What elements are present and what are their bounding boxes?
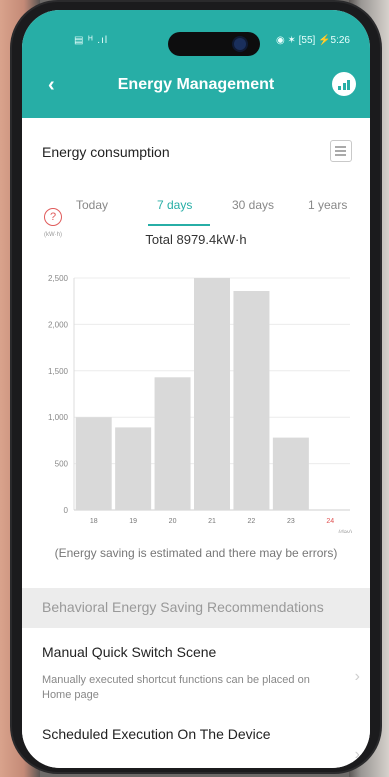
app-header: ▤ ᴴ .ıl ◉ ✶ [55] ⚡5:26 ‹ Energy Manageme… (22, 10, 370, 118)
chart-bar (194, 278, 230, 510)
recommendation-title: Manual Quick Switch Scene (42, 644, 217, 660)
status-right: ◉ ✶ [55] ⚡5:26 (275, 35, 350, 46)
recommendation-item[interactable]: Scheduled Execution On The Device › (22, 710, 370, 768)
tab-today[interactable]: Today (76, 198, 108, 212)
consumption-chart: 0 500 1,000 1,500 2,000 2,500 18 19 20 21 22 23 24 (d… (48, 274, 352, 533)
phone-screen: ▤ ᴴ .ıl ◉ ✶ [55] ⚡5:26 ‹ Energy Manageme… (22, 10, 370, 768)
camera-notch (168, 32, 260, 56)
chevron-right-icon: › (354, 746, 360, 763)
active-tab-indicator (148, 224, 210, 226)
y-tick-label: 2,500 (48, 274, 69, 283)
y-tick-label: 1,500 (48, 367, 69, 376)
chart-bar (115, 427, 152, 510)
total-consumption: Total 8979.4kW·h (145, 232, 247, 247)
recommendation-desc: Manually executed shortcut functions can… (42, 674, 310, 701)
chevron-right-icon: › (354, 668, 360, 685)
x-tick-label: 18 (90, 518, 98, 525)
top-bar: ‹ Energy Management (22, 68, 370, 104)
period-tabs: Today 7 days 30 days 1 years (22, 198, 370, 226)
front-camera (234, 38, 246, 50)
page-title: Energy Management (117, 76, 275, 93)
list-icon[interactable] (330, 140, 352, 162)
estimate-note: (Energy saving is estimated and there ma… (54, 546, 338, 560)
card-title: Energy consumption (42, 144, 170, 160)
tab-7-days[interactable]: 7 days (157, 198, 192, 212)
energy-card: Energy consumption Today 7 days 30 days … (22, 118, 370, 588)
y-tick-label: 500 (55, 460, 69, 469)
tab-30-days[interactable]: 30 days (232, 198, 274, 212)
phone-frame: ▤ ᴴ .ıl ◉ ✶ [55] ⚡5:26 ‹ Energy Manageme… (12, 2, 380, 772)
x-axis-label: (day) (338, 530, 352, 533)
x-tick-label: 19 (129, 518, 137, 525)
recommendation-item[interactable]: Manual Quick Switch Scene Manually execu… (22, 628, 370, 711)
y-tick-label: 0 (64, 506, 69, 515)
x-tick-label: 23 (287, 518, 295, 525)
y-tick-label: 1,000 (48, 413, 69, 422)
x-tick-label: 24 (326, 518, 334, 525)
chart-bar (233, 290, 270, 510)
chart-bar (154, 377, 191, 510)
tab-1-years[interactable]: 1 years (308, 198, 347, 212)
signal-bars-icon[interactable] (332, 72, 356, 96)
recommendations-title: Behavioral Energy Saving Recommendations (42, 599, 324, 615)
y-tick-label: 2,000 (48, 320, 69, 329)
x-tick-label: 22 (248, 518, 256, 525)
chart-bar (75, 417, 112, 510)
x-tick-label: 20 (169, 518, 177, 525)
question-icon[interactable]: ? (44, 208, 62, 226)
chart-bar (272, 437, 309, 510)
x-tick-label: 21 (208, 518, 216, 525)
recommendation-title: Scheduled Execution On The Device (42, 726, 271, 742)
recommendations-header: Behavioral Energy Saving Recommendations (22, 588, 370, 628)
status-left: ▤ ᴴ .ıl (74, 35, 109, 46)
